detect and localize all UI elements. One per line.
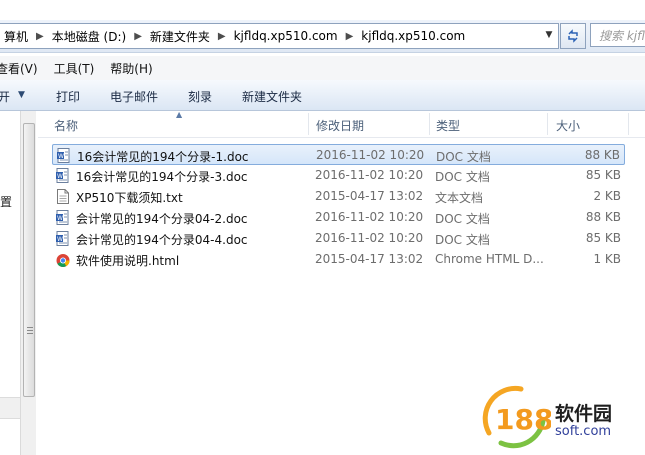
file-type: 文本文档 — [435, 191, 484, 205]
file-size: 2 KB — [593, 189, 621, 203]
grip-line — [27, 327, 33, 328]
svg-text:W: W — [57, 173, 63, 180]
file-date: 2016-11-02 10:20 — [315, 168, 424, 182]
file-name: 16会计常见的194个分录-1.doc — [77, 150, 249, 164]
column-header-type[interactable]: 类型 — [436, 117, 460, 134]
file-type: DOC 文档 — [435, 170, 490, 184]
svg-text:W: W — [57, 215, 63, 222]
doc-icon: W — [56, 231, 69, 246]
column-divider[interactable] — [547, 113, 548, 135]
menu-tools[interactable]: 工具(T) — [54, 60, 95, 77]
file-name: 会计常见的194个分录04-4.doc — [76, 233, 248, 247]
column-header-name[interactable]: 名称 — [54, 117, 78, 134]
doc-icon: W — [57, 148, 70, 163]
breadcrumb-folder-2[interactable]: kjfldq.xp510.com — [357, 29, 469, 43]
file-size: 88 KB — [584, 148, 620, 162]
nav-details-strip — [0, 397, 20, 419]
txt-icon — [57, 189, 69, 204]
file-name: 16会计常见的194个分录-3.doc — [76, 170, 248, 184]
breadcrumb-computer[interactable]: 算机 — [0, 28, 32, 45]
refresh-icon — [568, 29, 578, 43]
file-date: 2016-11-02 10:20 — [315, 210, 424, 224]
grip-line — [27, 330, 33, 331]
print-button[interactable]: 打印 — [56, 88, 80, 105]
grip-line — [27, 333, 33, 334]
refresh-button[interactable] — [560, 23, 586, 49]
watermark-site-name: 软件园 — [555, 403, 613, 425]
file-type: DOC 文档 — [435, 212, 490, 226]
burn-button[interactable]: 刻录 — [188, 88, 212, 105]
doc-icon: W — [56, 210, 69, 225]
file-date: 2016-11-02 10:20 — [316, 148, 425, 162]
file-row[interactable]: 软件使用说明.html 2015-04-17 13:02 Chrome HTML… — [52, 249, 625, 270]
breadcrumb-separator-icon[interactable]: ▶ — [342, 31, 358, 42]
site-logo-icon: 188 — [482, 385, 551, 449]
column-headers: ▲ 名称 修改日期 类型 大小 — [38, 110, 645, 138]
open-dropdown-icon[interactable]: ▼ — [18, 90, 25, 100]
breadcrumb-separator-icon[interactable]: ▶ — [32, 31, 48, 42]
navigation-pane[interactable]: 置 — [0, 111, 36, 455]
column-header-date[interactable]: 修改日期 — [316, 117, 364, 134]
file-size: 88 KB — [585, 210, 621, 224]
file-type: Chrome HTML D... — [435, 252, 544, 266]
email-button[interactable]: 电子邮件 — [110, 88, 158, 105]
file-row[interactable]: W 16会计常见的194个分录-1.doc 2016-11-02 10:20 D… — [52, 144, 625, 165]
file-row[interactable]: W 会计常见的194个分录04-4.doc 2016-11-02 10:20 D… — [52, 228, 625, 249]
column-divider[interactable] — [429, 113, 430, 135]
breadcrumb-local-disk[interactable]: 本地磁盘 (D:) — [48, 28, 130, 45]
address-bar[interactable]: 算机 ▶ 本地磁盘 (D:) ▶ 新建文件夹 ▶ kjfldq.xp510.co… — [0, 23, 559, 49]
column-divider[interactable] — [628, 113, 629, 135]
file-date: 2015-04-17 13:02 — [315, 189, 424, 203]
file-row[interactable]: XP510下载须知.txt 2015-04-17 13:02 文本文档 2 KB — [52, 186, 625, 207]
file-date: 2015-04-17 13:02 — [315, 252, 424, 266]
nav-scrollbar[interactable] — [20, 111, 36, 455]
address-dropdown-icon[interactable]: ▼ — [540, 23, 558, 47]
nav-scrollbar-thumb[interactable] — [23, 123, 35, 397]
file-size: 85 KB — [585, 231, 621, 245]
column-header-size[interactable]: 大小 — [556, 117, 580, 134]
file-name: XP510下载须知.txt — [76, 191, 183, 205]
watermark-site-url: soft.com — [555, 424, 612, 439]
file-row[interactable]: W 会计常见的194个分录04-2.doc 2016-11-02 10:20 D… — [52, 207, 625, 228]
watermark: 188 软件园 soft.com — [463, 375, 645, 455]
file-name: 会计常见的194个分录04-2.doc — [76, 212, 248, 226]
file-type: DOC 文档 — [436, 150, 491, 164]
svg-text:W: W — [57, 236, 63, 243]
svg-text:188: 188 — [495, 403, 551, 436]
address-bar-area: 算机 ▶ 本地磁盘 (D:) ▶ 新建文件夹 ▶ kjfldq.xp510.co… — [0, 20, 645, 53]
open-button[interactable]: 开 — [0, 88, 10, 105]
chrome-icon — [56, 254, 70, 267]
doc-icon: W — [56, 168, 69, 183]
column-divider[interactable] — [308, 113, 309, 135]
file-size: 85 KB — [585, 168, 621, 182]
breadcrumb-separator-icon[interactable]: ▶ — [130, 31, 146, 42]
svg-text:W: W — [58, 153, 64, 160]
file-row[interactable]: W 16会计常见的194个分录-3.doc 2016-11-02 10:20 D… — [52, 165, 625, 186]
file-date: 2016-11-02 10:20 — [315, 231, 424, 245]
breadcrumb-folder-1[interactable]: kjfldq.xp510.com — [230, 29, 342, 43]
nav-item-label[interactable]: 置 — [0, 193, 12, 210]
breadcrumb-separator-icon[interactable]: ▶ — [214, 31, 230, 42]
file-name: 软件使用说明.html — [76, 254, 180, 268]
search-input[interactable]: 搜索 kjfl — [590, 23, 645, 47]
file-type: DOC 文档 — [435, 233, 490, 247]
sort-ascending-icon: ▲ — [176, 110, 183, 119]
command-toolbar: 开 ▼ 打印 电子邮件 刻录 新建文件夹 — [0, 80, 645, 111]
file-size: 1 KB — [593, 252, 621, 266]
menu-help[interactable]: 帮助(H) — [110, 60, 152, 77]
menu-view[interactable]: 查看(V) — [0, 60, 38, 77]
new-folder-button[interactable]: 新建文件夹 — [242, 88, 302, 105]
menu-bar: 查看(V) 工具(T) 帮助(H) — [0, 56, 645, 80]
breadcrumb-new-folder[interactable]: 新建文件夹 — [146, 28, 214, 45]
